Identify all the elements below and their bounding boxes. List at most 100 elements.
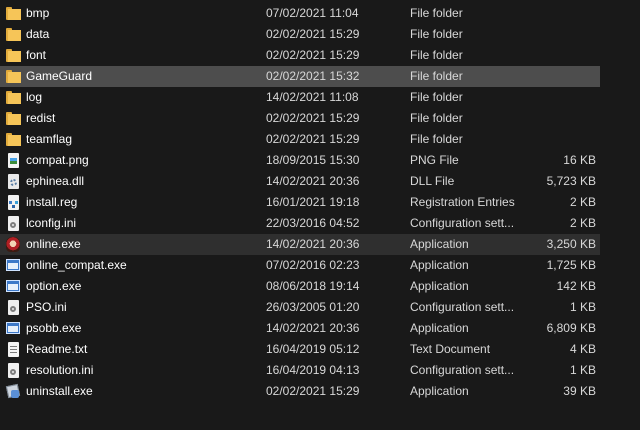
file-icon-cell — [5, 129, 21, 150]
file-row[interactable]: font 02/02/2021 15:29 File folder — [0, 45, 600, 66]
file-name[interactable]: font — [26, 45, 256, 66]
file-name[interactable]: online_compat.exe — [26, 255, 256, 276]
file-icon-cell — [5, 234, 21, 255]
file-icon-cell — [5, 192, 21, 213]
file-name[interactable]: uninstall.exe — [26, 381, 256, 402]
file-name[interactable]: compat.png — [26, 150, 256, 171]
file-row[interactable]: uninstall.exe 02/02/2021 15:29 Application… — [0, 381, 600, 402]
file-row[interactable]: GameGuard 02/02/2021 15:32 File folder — [0, 66, 600, 87]
doc-icon — [5, 342, 21, 357]
file-icon-cell — [5, 24, 21, 45]
file-name[interactable]: resolution.ini — [26, 360, 256, 381]
file-name[interactable]: bmp — [26, 3, 256, 24]
file-date-modified: 02/02/2021 15:29 — [266, 48, 360, 62]
file-icon-cell — [5, 255, 21, 276]
file-size: 1,725 KB — [546, 258, 596, 272]
file-date-modified: 16/04/2019 05:12 — [266, 342, 360, 356]
file-row[interactable]: psobb.exe 14/02/2021 20:36 Application 6,80… — [0, 318, 600, 339]
file-name[interactable]: PSO.ini — [26, 297, 256, 318]
file-size — [500, 129, 596, 150]
file-row[interactable]: ephinea.dll 14/02/2021 20:36 DLL File 5,723… — [0, 171, 600, 192]
file-size: 3,250 KB — [546, 237, 596, 251]
file-date-modified: 02/02/2021 15:32 — [266, 69, 360, 83]
file-row[interactable]: redist 02/02/2021 15:29 File folder — [0, 108, 600, 129]
file-date-modified: 08/06/2018 19:14 — [266, 279, 360, 293]
file-size: 2 KB — [569, 216, 596, 230]
file-row[interactable]: teamflag 02/02/2021 15:29 File folder — [0, 129, 600, 150]
file-name[interactable]: ephinea.dll — [26, 171, 256, 192]
file-name[interactable]: install.reg — [26, 192, 256, 213]
file-icon-cell — [5, 108, 21, 129]
file-size — [500, 3, 596, 24]
file-date-modified: 02/02/2021 15:29 — [266, 27, 360, 41]
file-row[interactable]: online_compat.exe 07/02/2016 02:23 Applica… — [0, 255, 600, 276]
folder-icon — [5, 132, 21, 147]
file-date-modified: 07/02/2016 02:23 — [266, 258, 360, 272]
file-row[interactable]: install.reg 16/01/2021 19:18 Registration … — [0, 192, 600, 213]
file-row[interactable]: bmp 07/02/2021 11:04 File folder — [0, 3, 600, 24]
file-icon-cell — [5, 297, 21, 318]
file-name[interactable]: online.exe — [26, 234, 256, 255]
file-size — [500, 24, 596, 45]
file-icon-cell — [5, 66, 21, 87]
folder-icon — [5, 6, 21, 21]
file-size — [500, 45, 596, 66]
app-icon — [5, 258, 21, 273]
file-date-modified: 14/02/2021 20:36 — [266, 174, 360, 188]
file-size: 1 KB — [569, 300, 596, 314]
app-icon — [5, 279, 21, 294]
file-row[interactable]: online.exe 14/02/2021 20:36 Application 3,2… — [0, 234, 600, 255]
file-size — [500, 87, 596, 108]
folder-icon — [5, 90, 21, 105]
config-icon — [5, 300, 21, 315]
file-size: 4 KB — [569, 342, 596, 356]
file-date-modified: 22/03/2016 04:52 — [266, 216, 360, 230]
file-date-modified: 18/09/2015 15:30 — [266, 153, 360, 167]
file-icon-cell — [5, 381, 21, 402]
file-name[interactable]: redist — [26, 108, 256, 129]
file-row[interactable]: Readme.txt 16/04/2019 05:12 Text Document 4… — [0, 339, 600, 360]
file-name[interactable]: psobb.exe — [26, 318, 256, 339]
file-size: 39 KB — [563, 384, 596, 398]
folder-icon — [5, 111, 21, 126]
file-row[interactable]: option.exe 08/06/2018 19:14 Application 142… — [0, 276, 600, 297]
file-name[interactable]: teamflag — [26, 129, 256, 150]
file-icon-cell — [5, 171, 21, 192]
uninstall-icon — [5, 384, 21, 399]
file-icon-cell — [5, 318, 21, 339]
file-size: 5,723 KB — [546, 174, 596, 188]
file-row[interactable]: lconfig.ini 22/03/2016 04:52 Configuration… — [0, 213, 600, 234]
file-name[interactable]: option.exe — [26, 276, 256, 297]
file-date-modified: 02/02/2021 15:29 — [266, 384, 360, 398]
file-size: 6,809 KB — [546, 321, 596, 335]
file-name[interactable]: log — [26, 87, 256, 108]
file-date-modified: 02/02/2021 15:29 — [266, 111, 360, 125]
file-row[interactable]: data 02/02/2021 15:29 File folder — [0, 24, 600, 45]
file-size: 2 KB — [569, 195, 596, 209]
file-icon-cell — [5, 339, 21, 360]
file-date-modified: 16/01/2021 19:18 — [266, 195, 360, 209]
file-size: 16 KB — [563, 153, 596, 167]
file-date-modified: 26/03/2005 01:20 — [266, 300, 360, 314]
file-date-modified: 02/02/2021 15:29 — [266, 132, 360, 146]
gear-doc-icon — [5, 174, 21, 189]
file-date-modified: 14/02/2021 20:36 — [266, 237, 360, 251]
file-date-modified: 14/02/2021 20:36 — [266, 321, 360, 335]
file-row[interactable]: compat.png 18/09/2015 15:30 PNG File 16 KB — [0, 150, 600, 171]
file-icon-cell — [5, 360, 21, 381]
file-date-modified: 14/02/2021 11:08 — [266, 90, 359, 104]
file-date-modified: 16/04/2019 04:13 — [266, 363, 360, 377]
folder-icon — [5, 48, 21, 63]
file-name[interactable]: lconfig.ini — [26, 213, 256, 234]
file-icon-cell — [5, 150, 21, 171]
file-row[interactable]: log 14/02/2021 11:08 File folder — [0, 87, 600, 108]
registry-icon — [5, 195, 21, 210]
folder-icon — [5, 27, 21, 42]
file-name[interactable]: data — [26, 24, 256, 45]
file-row[interactable]: PSO.ini 26/03/2005 01:20 Configuration set… — [0, 297, 600, 318]
config-icon — [5, 216, 21, 231]
file-row[interactable]: resolution.ini 16/04/2019 04:13 Configurat… — [0, 360, 600, 381]
file-name[interactable]: GameGuard — [26, 66, 256, 87]
file-size: 142 KB — [556, 279, 596, 293]
file-name[interactable]: Readme.txt — [26, 339, 256, 360]
